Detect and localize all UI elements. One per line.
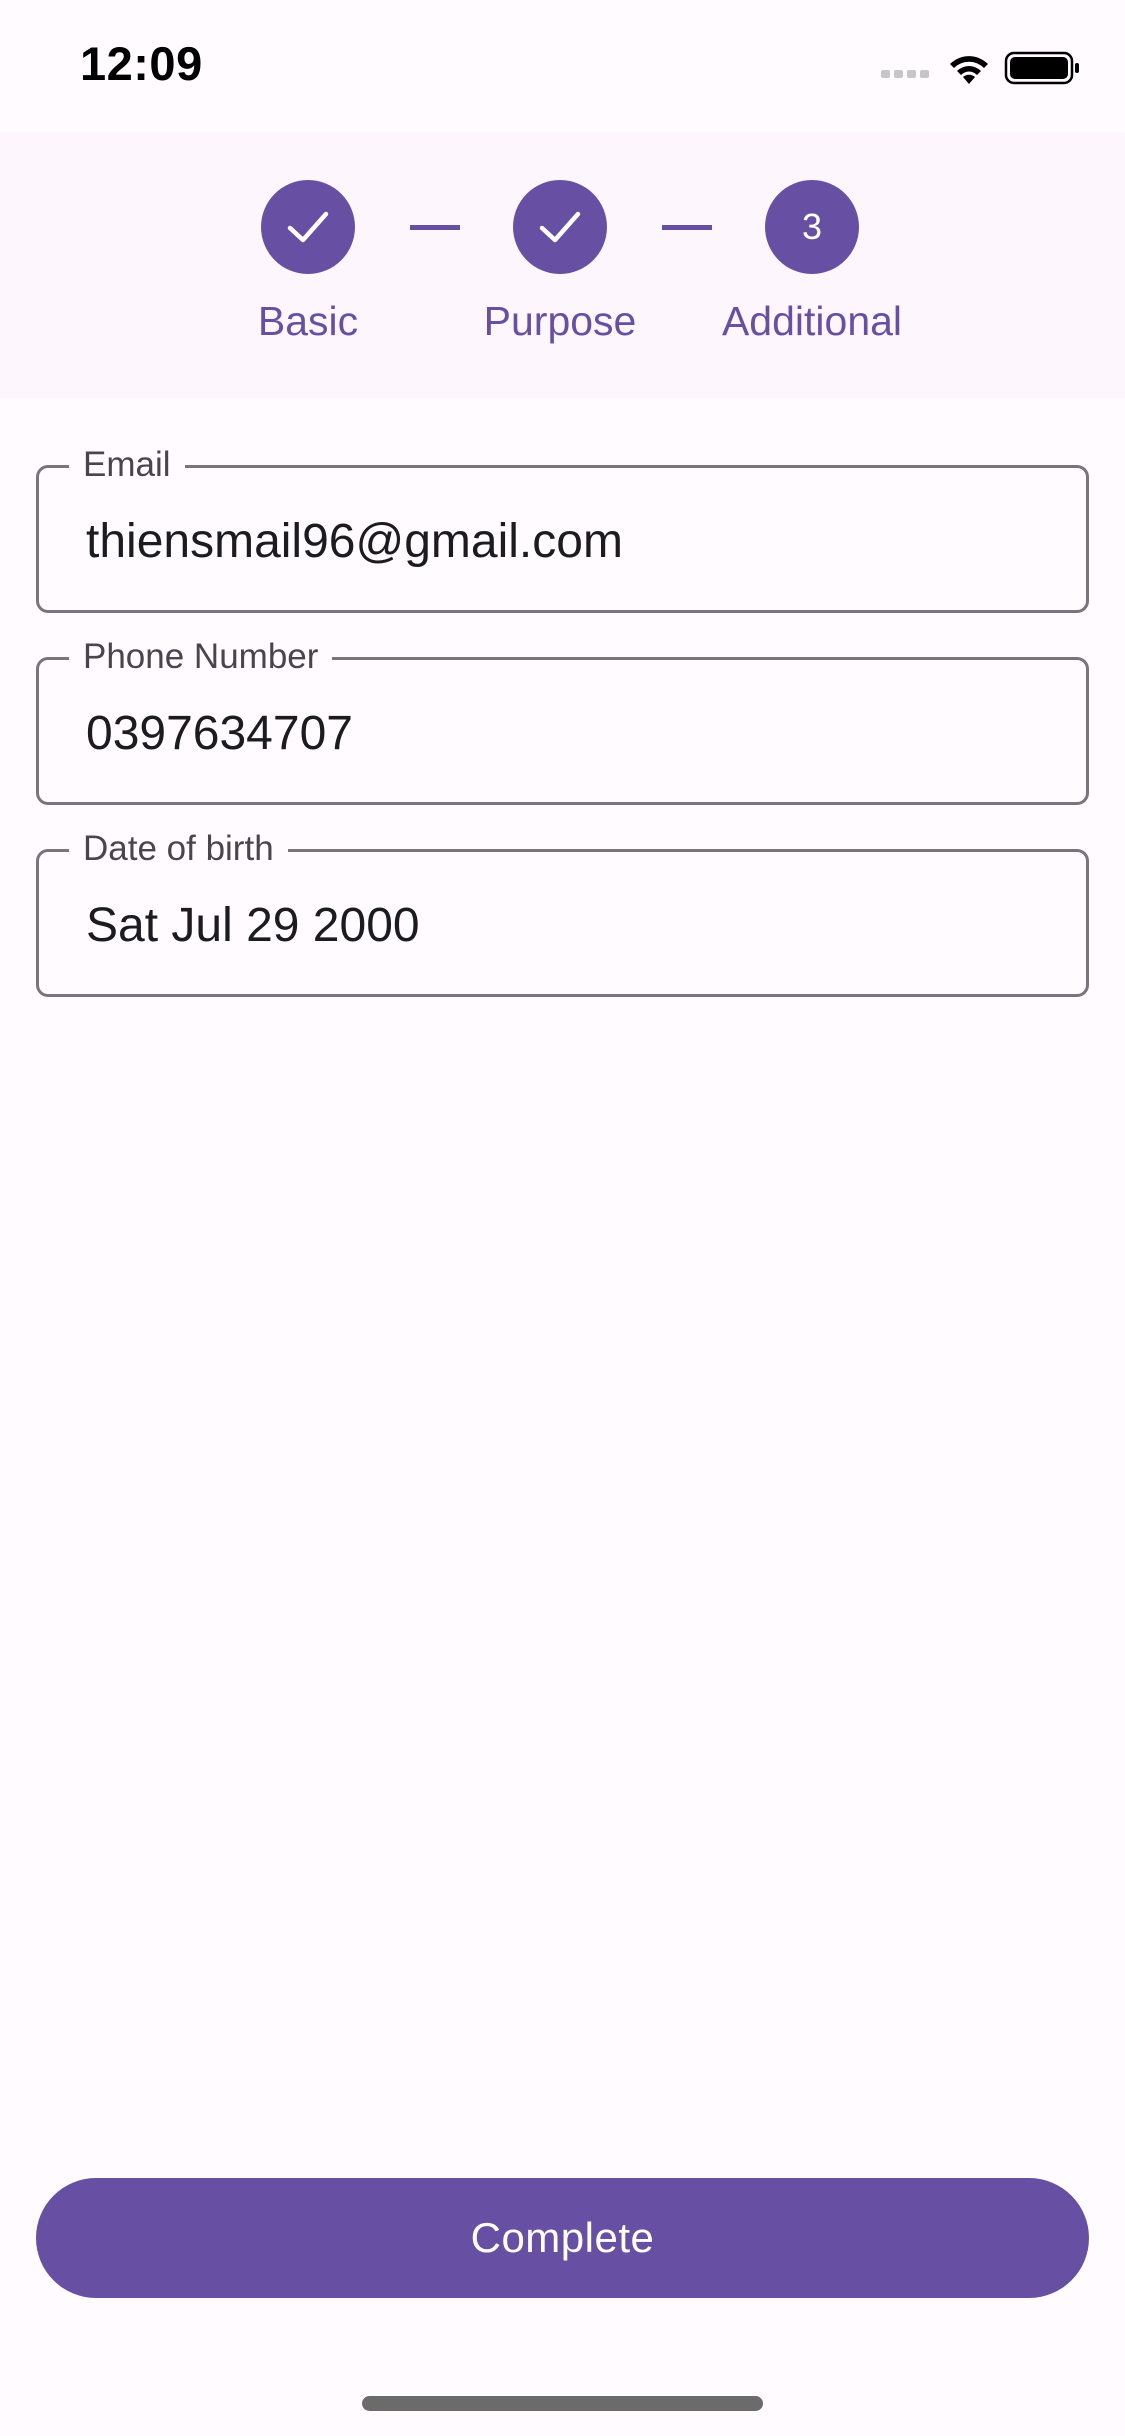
step-additional-label: Additional — [721, 298, 903, 344]
step-connector — [662, 225, 712, 230]
email-field-label: Email — [69, 444, 185, 486]
status-bar: 12:09 — [0, 0, 1125, 132]
phone-number-field-label: Phone Number — [69, 636, 333, 678]
status-time: 12:09 — [80, 37, 203, 90]
phone-number-field[interactable]: Phone Number 0397634707 — [36, 636, 1089, 805]
date-of-birth-field-value[interactable]: Sat Jul 29 2000 — [86, 898, 420, 954]
email-field-value[interactable]: thiensmail96@gmail.com — [86, 514, 623, 570]
step-basic-label: Basic — [257, 298, 359, 344]
step-purpose-circle — [513, 180, 607, 274]
wifi-icon — [950, 56, 988, 84]
step-purpose[interactable]: Purpose — [460, 180, 660, 345]
date-of-birth-field-label: Date of birth — [69, 828, 288, 870]
complete-button[interactable]: Complete — [36, 2178, 1089, 2298]
step-connector — [410, 225, 460, 230]
status-icons — [881, 51, 1079, 85]
email-field[interactable]: Email thiensmail96@gmail.com — [36, 444, 1089, 613]
step-basic[interactable]: Basic — [208, 180, 408, 345]
step-basic-circle — [261, 180, 355, 274]
battery-icon — [1004, 51, 1079, 85]
step-purpose-label: Purpose — [483, 298, 637, 344]
phone-number-field-value[interactable]: 0397634707 — [86, 706, 353, 762]
step-additional-circle: 3 — [765, 180, 859, 274]
check-icon — [539, 211, 581, 243]
stepper: Basic Purpose 3 Additional — [0, 132, 1125, 398]
signal-icon — [881, 70, 929, 78]
home-indicator[interactable] — [362, 2396, 763, 2411]
step-number: 3 — [801, 206, 823, 247]
check-icon — [287, 211, 329, 243]
step-additional[interactable]: 3 Additional — [712, 180, 912, 345]
date-of-birth-field[interactable]: Date of birth Sat Jul 29 2000 — [36, 828, 1089, 997]
